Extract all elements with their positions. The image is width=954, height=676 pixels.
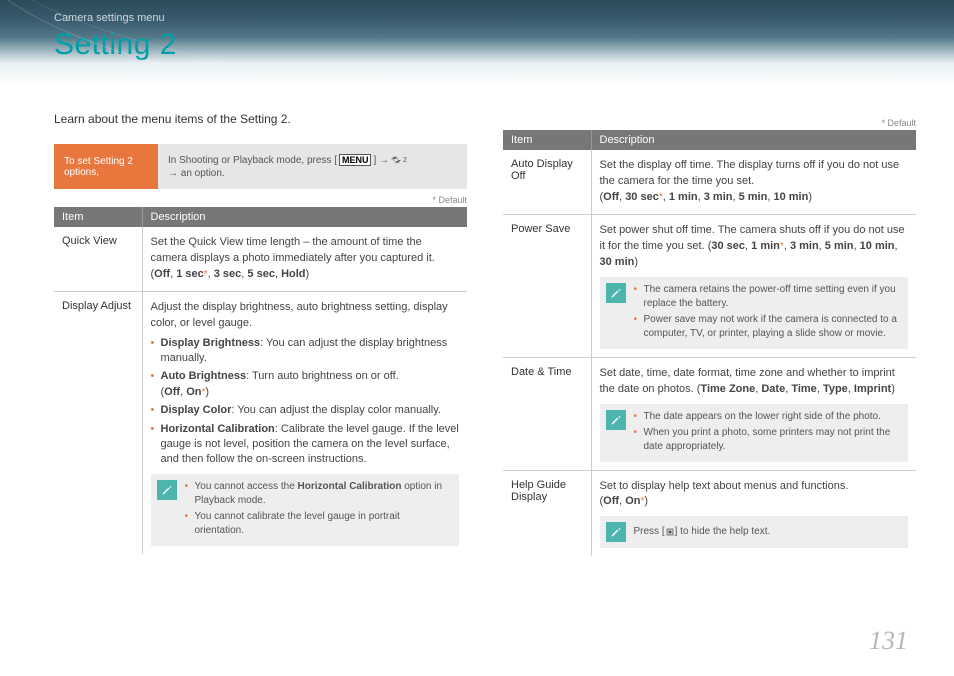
header-desc: Description [142, 207, 467, 227]
row-quick-view: Quick View Set the Quick View time lengt… [54, 227, 467, 291]
bullet-horizontal-cal: Horizontal Calibration: Calibrate the le… [151, 422, 460, 468]
table-header-row: Item Description [503, 130, 916, 150]
right-column: * Default Item Description Auto Display … [503, 112, 916, 556]
left-column: Learn about the menu items of the Settin… [54, 112, 467, 556]
content: Learn about the menu items of the Settin… [0, 84, 954, 556]
auto-display-opts: (Off, 30 sec*, 1 min, 3 min, 5 min, 10 m… [600, 191, 812, 203]
cell-desc: Set to display help text about menus and… [591, 470, 916, 556]
intro-text: Learn about the menu items of the Settin… [54, 112, 467, 126]
instruction-arrow1: ] → [373, 155, 389, 166]
cell-desc: Set power shut off time. The camera shut… [591, 214, 916, 357]
cell-desc: Set date, time, date format, time zone a… [591, 357, 916, 470]
pen-icon [157, 480, 177, 500]
help-guide-opts: (Off, On*) [600, 495, 649, 507]
row-date-time: Date & Time Set date, time, date format,… [503, 357, 916, 470]
cell-name: Display Adjust [54, 291, 142, 554]
row-auto-display-off: Auto Display Off Set the display off tim… [503, 150, 916, 214]
header-item: Item [54, 207, 142, 227]
instruction-label: To set Setting 2 options, [54, 144, 158, 189]
instruction-row: To set Setting 2 options, In Shooting or… [54, 144, 467, 189]
note-item: The date appears on the lower right side… [634, 410, 901, 424]
header-desc: Description [591, 130, 916, 150]
cell-name: Date & Time [503, 357, 591, 470]
page-number: 131 [869, 626, 908, 656]
cell-name: Auto Display Off [503, 150, 591, 214]
table-header-row: Item Description [54, 207, 467, 227]
cell-desc: Adjust the display brightness, auto brig… [142, 291, 467, 554]
cell-desc: Set the display off time. The display tu… [591, 150, 916, 214]
note-item: You cannot access the Horizontal Calibra… [185, 480, 452, 508]
gear-icon [391, 155, 401, 165]
note-help-guide: Press [ ] to hide the help text. [600, 516, 909, 548]
quick-view-desc: Set the Quick View time length – the amo… [151, 236, 435, 264]
metering-icon [665, 527, 675, 537]
display-adjust-desc: Adjust the display brightness, auto brig… [151, 301, 448, 329]
banner: Camera settings menu Setting 2 [0, 0, 954, 84]
bullet-brightness: Display Brightness: You can adjust the d… [151, 336, 460, 367]
pen-icon [606, 522, 626, 542]
note-item: You cannot calibrate the level gauge in … [185, 510, 452, 538]
note-date-time: The date appears on the lower right side… [600, 404, 909, 462]
table-left: Item Description Quick View Set the Quic… [54, 207, 467, 554]
note-single: Press [ ] to hide the help text. [634, 522, 771, 542]
menu-button-label: MENU [339, 154, 372, 166]
row-display-adjust: Display Adjust Adjust the display bright… [54, 291, 467, 554]
instruction-trail: → an option. [168, 168, 225, 179]
default-note-right: * Default [503, 118, 916, 128]
row-help-guide: Help Guide Display Set to display help t… [503, 470, 916, 556]
pen-icon [606, 283, 626, 303]
note-power-save: The camera retains the power-off time se… [600, 277, 909, 349]
page-title: Setting 2 [54, 28, 954, 62]
instruction-pre: In Shooting or Playback mode, press [ [168, 155, 337, 166]
cell-name: Help Guide Display [503, 470, 591, 556]
row-power-save: Power Save Set power shut off time. The … [503, 214, 916, 357]
note-item: The camera retains the power-off time se… [634, 283, 901, 311]
note-display-adjust: You cannot access the Horizontal Calibra… [151, 474, 460, 546]
instruction-text: In Shooting or Playback mode, press [ ME… [158, 144, 467, 189]
bullet-display-color: Display Color: You can adjust the displa… [151, 403, 460, 418]
quick-view-opts: (Off, 1 sec*, 3 sec, 5 sec, Hold) [151, 268, 310, 280]
pen-icon [606, 410, 626, 430]
cell-name: Power Save [503, 214, 591, 357]
cell-name: Quick View [54, 227, 142, 291]
default-note-left: * Default [54, 195, 467, 205]
display-adjust-bullets: Display Brightness: You can adjust the d… [151, 336, 460, 468]
cell-desc: Set the Quick View time length – the amo… [142, 227, 467, 291]
note-item: When you print a photo, some printers ma… [634, 426, 901, 454]
bullet-auto-brightness: Auto Brightness: Turn auto brightness on… [151, 369, 460, 400]
breadcrumb: Camera settings menu [54, 12, 954, 24]
note-item: Power save may not work if the camera is… [634, 313, 901, 341]
table-right: Item Description Auto Display Off Set th… [503, 130, 916, 556]
header-item: Item [503, 130, 591, 150]
